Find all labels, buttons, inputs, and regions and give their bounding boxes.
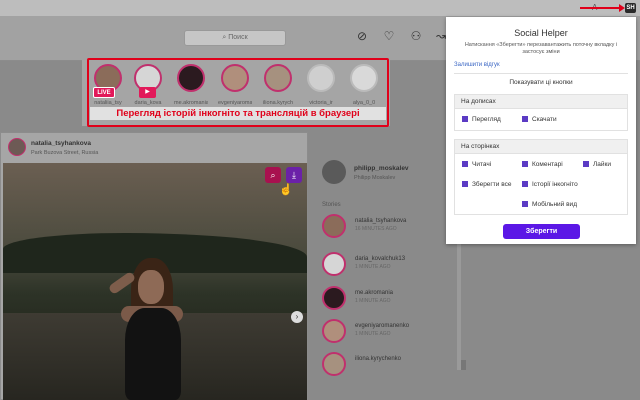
option-comments[interactable]: Коментарі bbox=[522, 161, 563, 169]
checkbox[interactable] bbox=[522, 181, 528, 187]
option-incognito-stories[interactable]: Історії інкогніто bbox=[522, 181, 578, 189]
extension-popup: Social Helper Натискання «Зберегти» пере… bbox=[446, 17, 636, 244]
checkbox[interactable] bbox=[522, 116, 528, 122]
checkbox[interactable] bbox=[462, 116, 468, 122]
chevron-right-icon[interactable]: › bbox=[291, 311, 303, 323]
annotation-caption: Перегляд історій інкогніто та трансляцій… bbox=[90, 107, 386, 120]
option-mobile-view[interactable]: Мобільний вид bbox=[522, 201, 577, 209]
post-location[interactable]: Park Buzova Street, Russia bbox=[31, 150, 98, 156]
popup-title: Social Helper bbox=[514, 28, 568, 38]
option-likes[interactable]: Лайки bbox=[583, 161, 611, 169]
scrollbar-thumb[interactable] bbox=[461, 360, 466, 370]
view-button[interactable]: ⌕ bbox=[265, 167, 281, 183]
checkbox[interactable] bbox=[462, 161, 468, 167]
post-username[interactable]: natalia_tsyhankova bbox=[31, 140, 91, 147]
option-followers[interactable]: Читачі bbox=[462, 161, 491, 169]
search-input[interactable]: ⌕ Поиск bbox=[184, 30, 286, 46]
option-download[interactable]: Скачати bbox=[522, 116, 557, 124]
posts-panel-header: На дописах bbox=[455, 95, 627, 109]
cursor-icon: ☝ bbox=[279, 184, 293, 196]
post-photo[interactable] bbox=[3, 163, 307, 400]
checkbox[interactable] bbox=[462, 181, 468, 187]
extension-button[interactable]: SH bbox=[625, 3, 636, 13]
feedback-link[interactable]: Залишити відгук bbox=[454, 62, 500, 68]
photo-person bbox=[103, 258, 193, 400]
divider bbox=[454, 73, 628, 74]
heart-icon[interactable]: ♡ bbox=[382, 29, 396, 43]
popup-description: Натискання «Зберегти» перезавантажить по… bbox=[464, 42, 618, 55]
search-placeholder: Поиск bbox=[228, 34, 248, 41]
compass-icon[interactable]: ⊘ bbox=[355, 29, 369, 43]
user-icon[interactable]: ⚇ bbox=[409, 29, 423, 43]
avatar[interactable] bbox=[8, 138, 26, 156]
save-button[interactable]: Зберегти bbox=[503, 224, 580, 239]
download-button[interactable]: ⤓ bbox=[286, 167, 302, 183]
browser-toolbar bbox=[0, 0, 640, 16]
pages-panel-header: На сторінках bbox=[455, 140, 627, 154]
option-save-all[interactable]: Зберегти все bbox=[462, 181, 512, 189]
posts-panel: На дописах bbox=[454, 94, 628, 131]
avatar[interactable] bbox=[322, 160, 346, 184]
current-fullname: Philipp Moskalev bbox=[354, 175, 396, 181]
current-username[interactable]: philipp_moskalev bbox=[354, 165, 409, 172]
download-icon: ⤓ bbox=[292, 170, 296, 180]
search-icon: ⌕ bbox=[270, 170, 276, 180]
show-buttons-label: Показувати ці кнопки bbox=[509, 79, 573, 86]
checkbox[interactable] bbox=[522, 161, 528, 167]
checkbox[interactable] bbox=[522, 201, 528, 207]
annotation-arrow bbox=[580, 7, 622, 9]
stories-heading: Stories bbox=[322, 202, 341, 208]
option-view[interactable]: Перегляд bbox=[462, 116, 501, 124]
checkbox[interactable] bbox=[583, 161, 589, 167]
